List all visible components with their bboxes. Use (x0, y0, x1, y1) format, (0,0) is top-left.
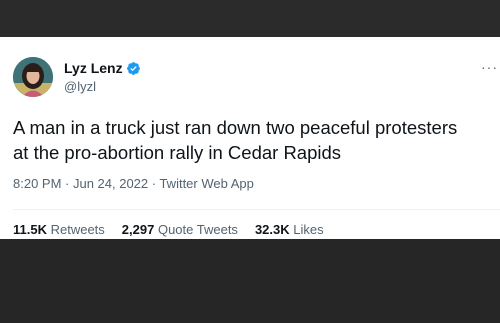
avatar[interactable] (13, 57, 53, 97)
tweet-timestamp[interactable]: 8:20 PM · Jun 24, 2022 · Twitter Web App (13, 176, 254, 191)
tweet-card: Lyz Lenz @lyzl ··· A man in a truck just… (0, 37, 500, 239)
author-display-name[interactable]: Lyz Lenz (64, 60, 123, 76)
verified-badge-icon (126, 61, 141, 76)
tweet-text-line: A man in a truck just ran down two peace… (13, 117, 458, 138)
retweets-count: 11.5K (13, 222, 51, 237)
divider (13, 209, 500, 210)
top-dark-band (0, 0, 500, 37)
tweet-text-line: at the pro-abortion rally in Cedar Rapid… (13, 142, 342, 163)
retweets-stat[interactable]: 11.5K Retweets (13, 222, 105, 237)
likes-label: Likes (293, 222, 324, 237)
likes-stat[interactable]: 32.3K Likes (255, 222, 324, 237)
likes-count: 32.3K (254, 222, 294, 237)
retweets-label: Retweets (50, 222, 105, 237)
quote-tweets-stat[interactable]: 2,297 Quote Tweets (122, 222, 238, 237)
quote-tweets-count: 2,297 (121, 222, 158, 237)
more-options-icon[interactable]: ··· (481, 59, 498, 75)
engagement-stats: 11.5K Retweets 2,297 Quote Tweets 32.3K … (13, 222, 324, 237)
quote-tweets-label: Quote Tweets (157, 222, 238, 237)
tweet-text: A man in a truck just ran down two peace… (13, 115, 499, 165)
author-handle[interactable]: @lyzl (64, 79, 96, 94)
author-name-row: Lyz Lenz (64, 60, 141, 76)
bottom-dark-band (0, 239, 500, 323)
